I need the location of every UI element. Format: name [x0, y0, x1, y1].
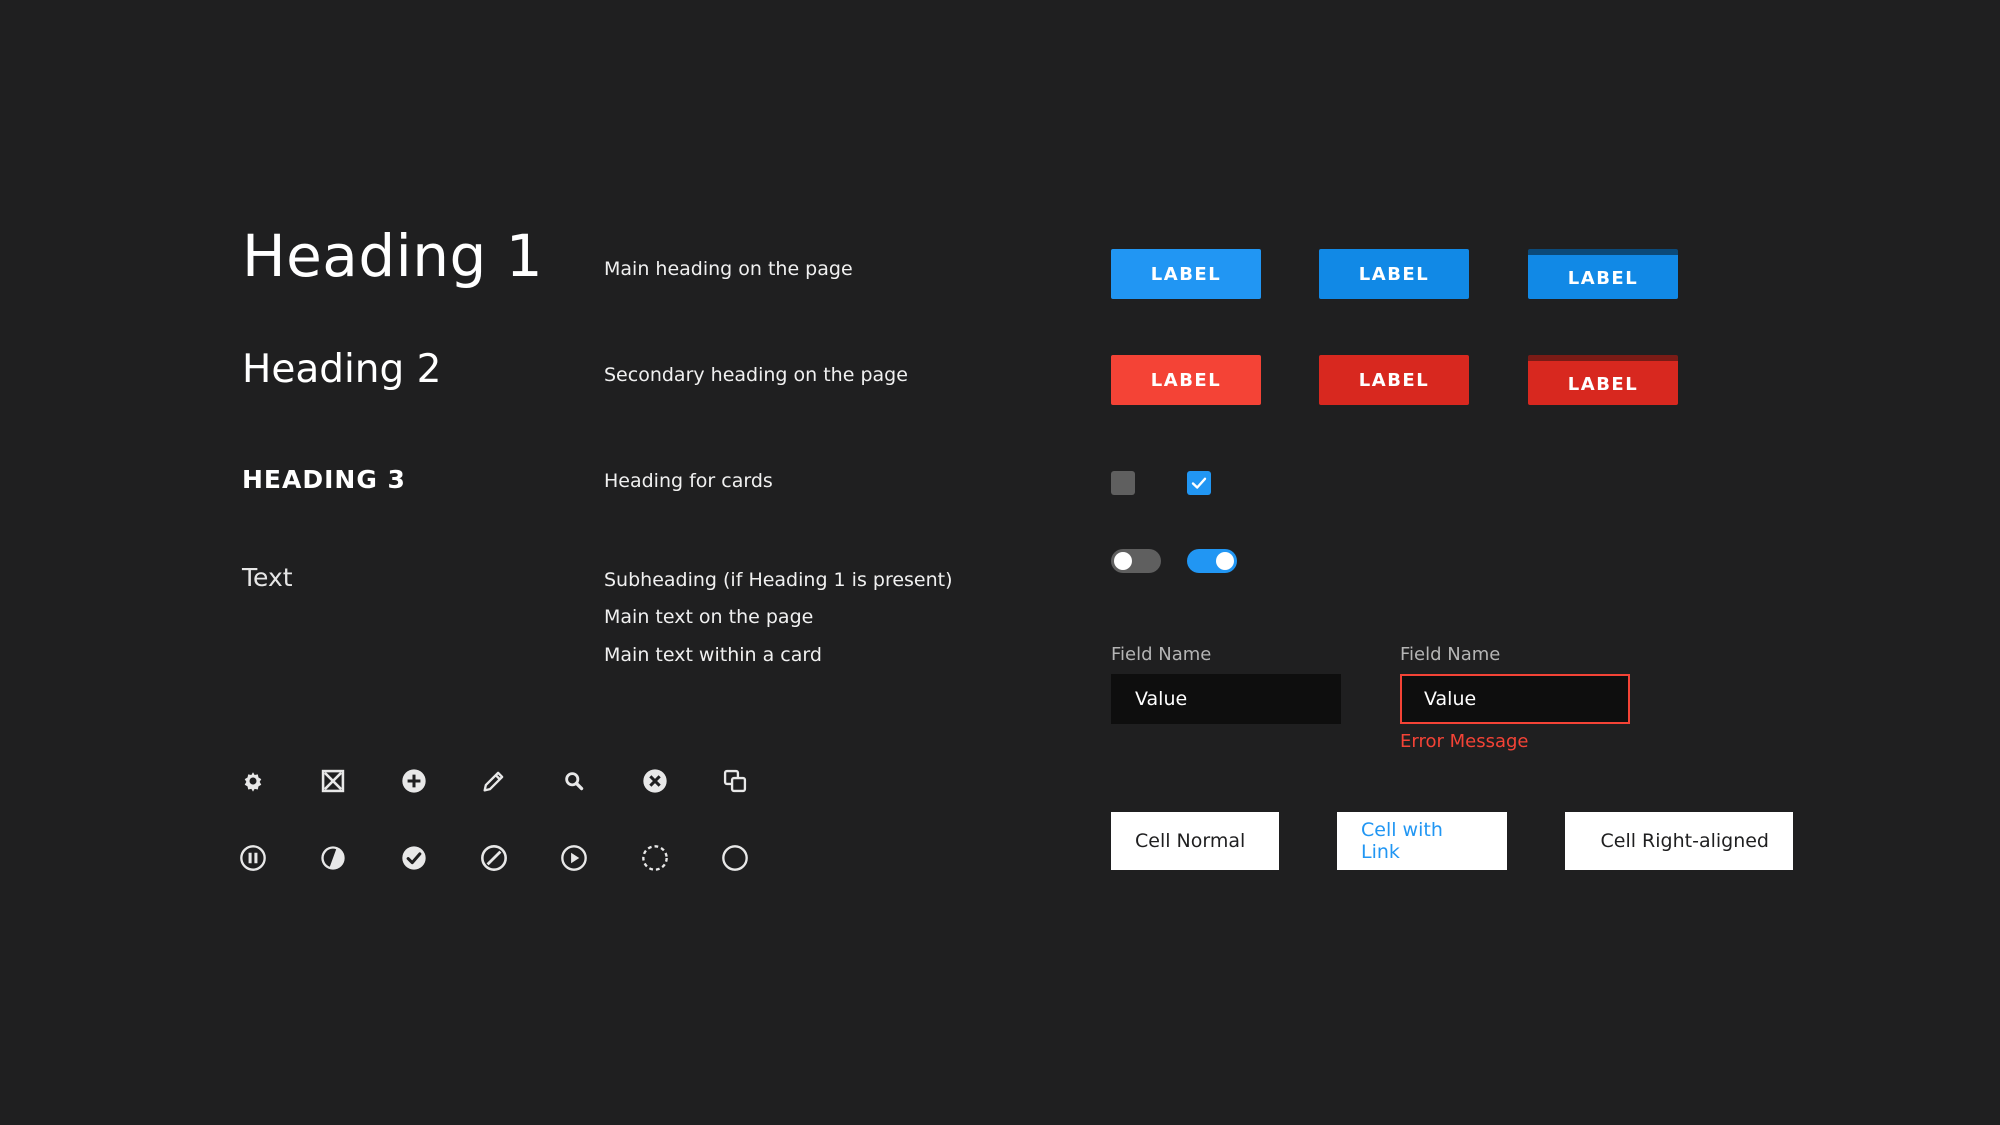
pause-circle-icon[interactable]	[238, 843, 268, 873]
cell-normal: Cell Normal	[1111, 812, 1279, 870]
toggle-off[interactable]	[1111, 549, 1161, 573]
add-circle-icon[interactable]	[399, 766, 429, 796]
block-icon[interactable]	[479, 843, 509, 873]
heading-2-description: Secondary heading on the page	[604, 364, 908, 386]
checkbox-unchecked[interactable]	[1111, 471, 1135, 495]
text-description-main: Main text on the page	[604, 606, 814, 628]
danger-button-pressed[interactable]: LABEL	[1528, 355, 1678, 405]
cell-normal-text: Cell Normal	[1135, 830, 1246, 852]
text-sample: Text	[242, 563, 293, 592]
field-error-message: Error Message	[1400, 731, 1529, 752]
text-description-card: Main text within a card	[604, 644, 822, 666]
check-circle-icon[interactable]	[399, 843, 429, 873]
close-box-icon[interactable]	[318, 766, 348, 796]
toggle-on[interactable]	[1187, 549, 1237, 573]
pencil-icon[interactable]	[479, 766, 509, 796]
field-label-error: Field Name	[1400, 644, 1501, 665]
danger-button[interactable]: LABEL	[1111, 355, 1261, 405]
text-field[interactable]	[1111, 674, 1341, 724]
dashed-circle-icon[interactable]	[640, 843, 670, 873]
primary-button[interactable]: LABEL	[1111, 249, 1261, 299]
cell-with-link[interactable]: Cell with Link	[1337, 812, 1507, 870]
toggle-knob	[1216, 552, 1234, 570]
cell-right-text: Cell Right-aligned	[1600, 830, 1770, 852]
check-icon	[1191, 477, 1207, 489]
empty-circle-icon[interactable]	[720, 843, 750, 873]
checkbox-checked[interactable]	[1187, 471, 1211, 495]
close-circle-icon[interactable]	[640, 766, 670, 796]
search-icon[interactable]	[559, 766, 589, 796]
text-field-error[interactable]	[1400, 674, 1630, 724]
field-label: Field Name	[1111, 644, 1212, 665]
heading-3-sample: HEADING 3	[242, 465, 406, 494]
text-description-subheading: Subheading (if Heading 1 is present)	[604, 569, 953, 591]
gear-icon[interactable]	[238, 766, 268, 796]
heading-1-sample: Heading 1	[242, 222, 544, 290]
play-circle-icon[interactable]	[559, 843, 589, 873]
heading-2-sample: Heading 2	[242, 347, 442, 392]
cell-link-text[interactable]: Cell with Link	[1361, 819, 1483, 863]
heading-1-description: Main heading on the page	[604, 258, 853, 280]
primary-button-hover[interactable]: LABEL	[1319, 249, 1469, 299]
half-circle-icon[interactable]	[318, 843, 348, 873]
toggle-knob	[1114, 552, 1132, 570]
copy-icon[interactable]	[720, 766, 750, 796]
danger-button-hover[interactable]: LABEL	[1319, 355, 1469, 405]
heading-3-description: Heading for cards	[604, 470, 773, 492]
primary-button-pressed[interactable]: LABEL	[1528, 249, 1678, 299]
cell-right-aligned: Cell Right-aligned	[1565, 812, 1793, 870]
